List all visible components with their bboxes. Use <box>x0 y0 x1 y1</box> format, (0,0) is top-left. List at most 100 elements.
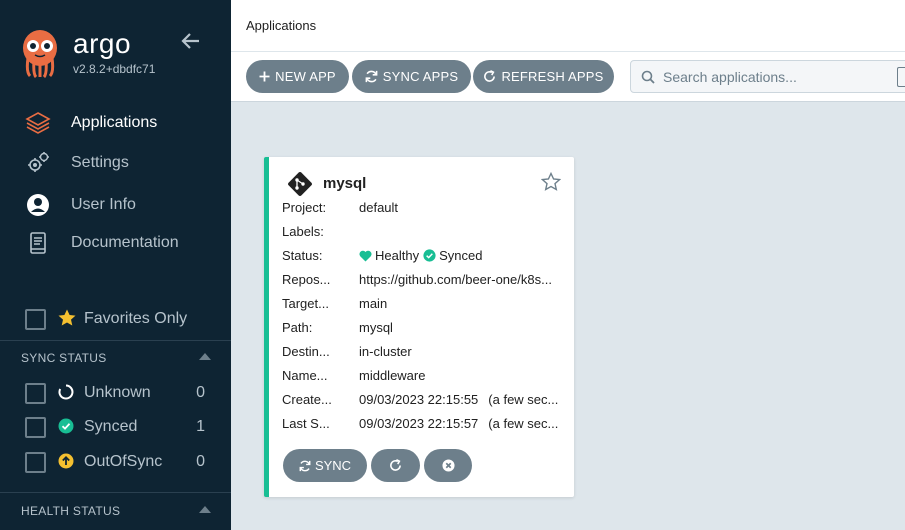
app-card[interactable]: mysql Project: default Labels: Status: H… <box>264 157 574 497</box>
filter-unknown[interactable]: Unknown 0 <box>25 381 211 405</box>
filter-label: OutOfSync <box>84 453 163 470</box>
field-key: Repos... <box>282 272 331 287</box>
app-name[interactable]: mysql <box>323 175 366 192</box>
sidebar: argo v2.8.2+dbdfc71 Applications Setting… <box>0 0 231 530</box>
app-field-last-sync: Last S... 09/03/2023 22:15:57 (a few sec… <box>282 416 562 436</box>
nav-user-info[interactable]: User Info <box>25 190 136 220</box>
toolbar: NEW APP SYNC APPS REFRESH APPS <box>231 52 905 102</box>
field-value: 09/03/2023 22:15:55 (a few sec... <box>359 392 559 407</box>
field-value: default <box>359 200 399 215</box>
field-value: in-cluster <box>359 344 412 359</box>
star-icon <box>58 309 76 326</box>
field-key: Path: <box>282 320 313 335</box>
filter-outofsync[interactable]: OutOfSync 0 <box>25 450 211 474</box>
button-label: REFRESH APPS <box>501 69 604 84</box>
health-status-section-header[interactable]: HEALTH STATUS <box>0 492 231 524</box>
refresh-icon <box>484 70 496 82</box>
field-key: Destin... <box>282 344 330 359</box>
field-key: Target... <box>282 296 329 311</box>
sync-icon <box>365 70 378 83</box>
app-field-destination: Destin... in-cluster <box>282 344 562 364</box>
favorites-only-filter[interactable]: Favorites Only <box>25 307 187 331</box>
field-key: Name... <box>282 368 328 383</box>
app-field-path: Path: mysql <box>282 320 562 340</box>
nav-applications[interactable]: Applications <box>25 108 157 138</box>
arrow-left-icon[interactable] <box>180 30 202 52</box>
git-icon <box>288 172 312 196</box>
field-value: 09/03/2023 22:15:57 (a few sec... <box>359 416 559 431</box>
button-label: SYNC APPS <box>382 69 459 84</box>
nav-label: Settings <box>71 154 129 171</box>
field-value: mysql <box>359 320 393 335</box>
button-label: NEW APP <box>275 69 336 84</box>
search-icon <box>641 70 655 84</box>
page-title: Applications <box>246 18 317 33</box>
book-icon <box>25 230 51 256</box>
filter-label: Synced <box>84 418 138 435</box>
app-field-project: Project: default <box>282 200 562 220</box>
refresh-apps-button[interactable]: REFRESH APPS <box>473 60 614 93</box>
health-status-label: Healthy <box>375 248 420 263</box>
version-label: v2.8.2+dbdfc71 <box>73 62 156 76</box>
favorites-label: Favorites Only <box>84 310 188 327</box>
nav-documentation[interactable]: Documentation <box>25 228 179 258</box>
filter-checkbox[interactable] <box>25 416 46 438</box>
times-circle-icon <box>441 459 455 472</box>
sync-status: Synced <box>423 248 482 263</box>
sync-status-section-header[interactable]: SYNC STATUS <box>0 340 231 372</box>
filter-label: Unknown <box>84 384 151 401</box>
plus-icon <box>259 71 270 82</box>
health-status: Healthy <box>359 248 419 263</box>
check-circle-icon <box>58 418 74 434</box>
search-input[interactable] <box>663 68 883 85</box>
field-value: main <box>359 296 388 311</box>
section-title: SYNC STATUS <box>21 351 107 365</box>
user-icon <box>25 192 51 218</box>
app-delete-button[interactable] <box>424 449 472 482</box>
sync-icon <box>299 460 311 471</box>
app-field-status: Status: Healthy Synced <box>282 248 562 268</box>
page-header: Applications <box>231 0 905 52</box>
arrow-up-circle-icon <box>58 453 74 469</box>
nav-label: Documentation <box>71 234 179 251</box>
caret-up-icon[interactable] <box>199 506 211 513</box>
section-title: HEALTH STATUS <box>21 504 121 518</box>
caret-up-icon[interactable] <box>199 353 211 360</box>
new-app-button[interactable]: NEW APP <box>246 60 349 93</box>
app-field-created: Create... 09/03/2023 22:15:55 (a few sec… <box>282 392 562 412</box>
field-key: Project: <box>282 200 327 215</box>
app-refresh-button[interactable] <box>371 449 420 482</box>
app-sync-button[interactable]: SYNC <box>283 449 367 482</box>
button-label: SYNC <box>314 458 352 473</box>
filter-checkbox[interactable] <box>25 451 46 473</box>
filter-synced[interactable]: Synced 1 <box>25 415 211 439</box>
nav-settings[interactable]: Settings <box>25 148 129 178</box>
field-key: Labels: <box>282 224 324 239</box>
app-field-target: Target... main <box>282 296 562 316</box>
brand-name: argo <box>73 28 132 59</box>
argo-logo-icon <box>23 30 57 78</box>
filter-checkbox[interactable] <box>25 382 46 404</box>
timestamp: 09/03/2023 22:15:55 <box>359 392 479 407</box>
filter-count: 0 <box>196 453 205 470</box>
relative-time: (a few sec... <box>488 392 559 407</box>
field-key: Status: <box>282 248 323 263</box>
gear-icon <box>25 150 51 176</box>
app-field-repository: Repos... https://github.com/beer-one/k8s… <box>282 272 562 292</box>
timestamp: 09/03/2023 22:15:57 <box>359 416 479 431</box>
favorites-checkbox[interactable] <box>25 308 46 330</box>
circle-notch-icon <box>58 384 74 400</box>
nav-label: Applications <box>71 114 158 131</box>
relative-time: (a few sec... <box>488 416 559 431</box>
field-value: middleware <box>359 368 426 383</box>
search-box[interactable] <box>630 60 905 93</box>
heart-icon <box>359 250 372 261</box>
sync-apps-button[interactable]: SYNC APPS <box>352 60 471 93</box>
star-outline-icon[interactable] <box>541 172 561 192</box>
stack-icon <box>25 110 51 136</box>
sync-status-label: Synced <box>439 248 483 263</box>
app-field-namespace: Name... middleware <box>282 368 562 388</box>
app-field-labels: Labels: <box>282 224 562 244</box>
keyboard-shortcut-hint <box>897 67 905 87</box>
status-values: Healthy Synced <box>359 248 559 263</box>
